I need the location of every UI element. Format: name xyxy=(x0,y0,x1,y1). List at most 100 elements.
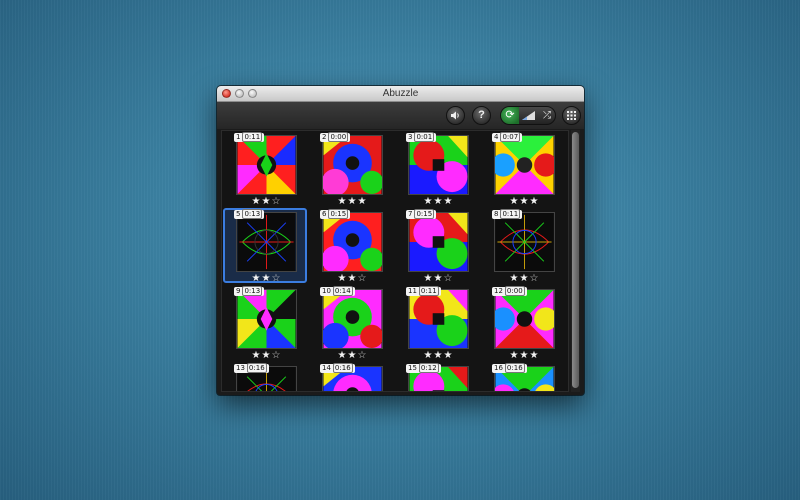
puzzle-image xyxy=(323,213,382,271)
puzzle-badge: 12 0:00 xyxy=(492,286,527,296)
toolbar: ? ⟳ ⤮ xyxy=(217,102,584,129)
puzzle-image xyxy=(409,290,468,348)
puzzle-time: 0:14 xyxy=(332,286,353,296)
puzzle-tile[interactable]: 13 0:16 xyxy=(234,363,321,391)
puzzle-badge: 6 0:15 xyxy=(320,209,351,219)
puzzle-badge: 14 0:16 xyxy=(320,363,355,373)
puzzle-time: 0:11 xyxy=(242,132,263,142)
puzzle-time: 0:07 xyxy=(500,132,521,142)
puzzle-thumbnail[interactable] xyxy=(408,212,469,272)
puzzle-image xyxy=(409,136,468,194)
puzzle-thumbnail[interactable] xyxy=(236,135,297,195)
star-rating: ★★☆ xyxy=(408,273,469,285)
star-filled-icon: ★ xyxy=(509,196,520,207)
star-filled-icon: ★ xyxy=(529,350,540,361)
puzzle-badge: 3 0:01 xyxy=(406,132,437,142)
puzzle-thumbnail[interactable] xyxy=(322,135,383,195)
speaker-icon xyxy=(451,111,459,120)
star-rating: ★★☆ xyxy=(322,273,383,285)
shuffle-button[interactable]: ⤮ xyxy=(539,107,555,124)
signal-icon[interactable] xyxy=(521,110,537,121)
puzzle-image xyxy=(495,213,554,271)
star-filled-icon: ★ xyxy=(357,196,368,207)
puzzle-thumbnail[interactable] xyxy=(322,289,383,349)
puzzle-tile[interactable]: 11 0:11 ★★★ xyxy=(406,286,493,365)
scroll-thumb[interactable] xyxy=(572,132,579,388)
puzzle-tile[interactable]: 7 0:15 ★★☆ xyxy=(406,209,493,288)
star-filled-icon: ★ xyxy=(251,350,262,361)
star-filled-icon: ★ xyxy=(347,273,358,284)
puzzle-tile[interactable]: 4 0:07 ★★★ xyxy=(492,132,568,211)
puzzle-time: 0:15 xyxy=(414,209,435,219)
puzzle-tile[interactable]: 10 0:14 ★★☆ xyxy=(320,286,407,365)
help-button[interactable]: ? xyxy=(472,106,491,125)
shuffle-icon: ⤮ xyxy=(543,110,551,121)
star-rating: ★★☆ xyxy=(236,273,297,285)
puzzle-image xyxy=(323,290,382,348)
refresh-icon: ⟳ xyxy=(505,109,515,121)
star-rating: ★★★ xyxy=(408,350,469,362)
puzzle-image xyxy=(323,136,382,194)
puzzle-tile[interactable]: 2 0:00 ★★★ xyxy=(320,132,407,211)
puzzle-badge: 13 0:16 xyxy=(234,363,269,373)
star-rating: ★★★ xyxy=(408,196,469,208)
help-icon: ? xyxy=(478,109,485,121)
puzzle-time: 0:15 xyxy=(328,209,349,219)
puzzle-tile[interactable]: 8 0:11 ★★☆ xyxy=(492,209,568,288)
puzzle-tile[interactable]: 6 0:15 ★★☆ xyxy=(320,209,407,288)
puzzle-thumbnail[interactable] xyxy=(236,289,297,349)
star-empty-icon: ☆ xyxy=(357,350,368,361)
puzzle-thumbnail[interactable] xyxy=(494,135,555,195)
puzzle-tile[interactable]: 9 0:13 ★★☆ xyxy=(234,286,321,365)
puzzle-tile[interactable]: 12 0:00 ★★★ xyxy=(492,286,568,365)
star-filled-icon: ★ xyxy=(337,196,348,207)
puzzle-tile[interactable]: 1 0:11 ★★☆ xyxy=(234,132,321,211)
puzzle-thumbnail[interactable] xyxy=(408,289,469,349)
puzzle-badge: 5 0:13 xyxy=(234,209,265,219)
refresh-button[interactable]: ⟳ xyxy=(501,107,519,124)
star-empty-icon: ☆ xyxy=(271,350,282,361)
puzzle-badge: 16 0:16 xyxy=(492,363,527,373)
puzzle-image xyxy=(495,290,554,348)
vertical-scrollbar[interactable] xyxy=(571,130,580,392)
puzzle-tile[interactable]: 15 0:12 xyxy=(406,363,493,391)
star-filled-icon: ★ xyxy=(261,350,272,361)
app-window: Abuzzle ? ⟳ ⤮ 1 0:11 ★★☆ 2 0:00 ★★★ 3 0:… xyxy=(217,86,584,395)
puzzle-thumbnail[interactable] xyxy=(236,212,297,272)
puzzle-tile[interactable]: 14 0:16 xyxy=(320,363,407,391)
puzzle-badge: 1 0:11 xyxy=(234,132,265,142)
puzzle-time: 0:00 xyxy=(328,132,349,142)
puzzle-badge: 8 0:11 xyxy=(492,209,523,219)
star-rating: ★★☆ xyxy=(236,196,297,208)
sound-button[interactable] xyxy=(446,106,465,125)
grid-view-button[interactable] xyxy=(562,106,581,125)
puzzle-tile[interactable]: 16 0:16 xyxy=(492,363,568,391)
grid-icon xyxy=(567,111,576,120)
puzzle-badge: 2 0:00 xyxy=(320,132,351,142)
puzzle-tile[interactable]: 5 0:13 ★★☆ xyxy=(223,208,321,288)
puzzle-thumbnail[interactable] xyxy=(494,289,555,349)
star-filled-icon: ★ xyxy=(261,196,272,207)
star-rating: ★★★ xyxy=(494,350,555,362)
star-rating: ★★★ xyxy=(322,196,383,208)
puzzle-number: 16 xyxy=(494,364,503,372)
puzzle-thumbnail[interactable] xyxy=(408,135,469,195)
puzzle-tile[interactable]: 3 0:01 ★★★ xyxy=(406,132,493,211)
puzzle-image xyxy=(237,136,296,194)
puzzle-image xyxy=(495,136,554,194)
star-filled-icon: ★ xyxy=(433,273,444,284)
puzzle-thumbnail[interactable] xyxy=(494,212,555,272)
puzzle-badge: 7 0:15 xyxy=(406,209,437,219)
star-rating: ★★☆ xyxy=(494,273,555,285)
puzzle-thumbnail[interactable] xyxy=(322,212,383,272)
puzzle-time: 0:16 xyxy=(332,363,353,373)
puzzle-time: 0:13 xyxy=(242,286,263,296)
puzzle-time: 0:16 xyxy=(246,363,267,373)
star-empty-icon: ☆ xyxy=(271,196,282,207)
puzzle-number: 12 xyxy=(494,287,503,295)
star-filled-icon: ★ xyxy=(251,196,262,207)
title-bar[interactable]: Abuzzle xyxy=(217,86,584,102)
puzzle-number: 14 xyxy=(322,364,331,372)
puzzle-number: 10 xyxy=(322,287,331,295)
puzzle-badge: 10 0:14 xyxy=(320,286,355,296)
